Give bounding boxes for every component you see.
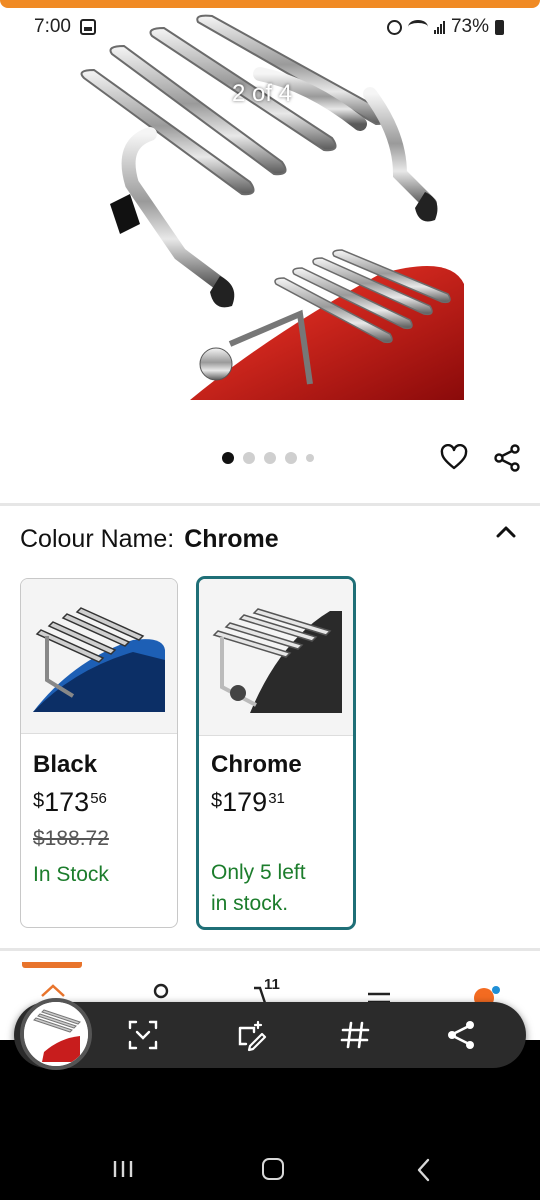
screenshot-thumbnail[interactable] [20, 998, 92, 1070]
top-accent-bar [0, 0, 540, 8]
smart-select-icon[interactable] [126, 1018, 160, 1052]
variant-thumbnail [212, 608, 342, 713]
variant-thumbnail [33, 607, 165, 712]
price-whole: 173 [44, 787, 90, 817]
stock-line: Only 5 left [211, 861, 306, 884]
variant-price: $17356 [33, 787, 107, 818]
edit-screenshot-icon[interactable] [234, 1018, 268, 1052]
chevron-up-icon[interactable] [492, 520, 520, 544]
gallery-dot[interactable] [243, 452, 255, 464]
gallery-dot[interactable] [306, 454, 314, 462]
image-counter: 2 of 4 [232, 80, 293, 107]
variant-card-chrome[interactable]: Chrome $17931 Only 5 left in stock. [196, 576, 356, 930]
price-cents: 56 [90, 790, 107, 807]
recent-apps-icon[interactable] [112, 1160, 134, 1178]
variant-name: Chrome [211, 751, 302, 778]
home-active-indicator [22, 962, 82, 968]
section-divider [0, 503, 540, 506]
heart-icon[interactable] [440, 444, 468, 472]
variant-was-price: $188.72 [33, 827, 109, 850]
variant-price: $17931 [211, 787, 285, 818]
screenshot-toolbar [14, 998, 526, 1070]
section-divider [0, 948, 540, 951]
variant-image [199, 579, 353, 736]
system-nav-bar [0, 1130, 540, 1200]
price-cents: 31 [268, 790, 285, 807]
product-screen: 7:00 73% 2 of 4 Colour Name: Chrome Blac… [0, 0, 540, 1040]
status-time: 7:00 [34, 16, 71, 37]
stock-line: in stock. [211, 892, 289, 915]
gallery-dots[interactable] [222, 452, 314, 464]
share-icon[interactable] [493, 444, 521, 472]
cart-count: 11 [264, 976, 280, 993]
battery-icon [495, 19, 504, 35]
variant-stock-status: Only 5 left in stock. [211, 857, 306, 919]
gallery-dot[interactable] [222, 452, 234, 464]
product-image[interactable] [70, 14, 470, 406]
price-currency: $ [211, 790, 223, 812]
stock-line: In Stock [33, 863, 109, 886]
gallery-dot[interactable] [285, 452, 297, 464]
variant-image [21, 579, 177, 734]
variant-card-black[interactable]: Black $17356 $188.72 In Stock [20, 578, 178, 928]
colour-name-label: Colour Name: [20, 525, 175, 553]
back-icon[interactable] [416, 1158, 432, 1182]
variant-stock-status: In Stock [33, 859, 109, 890]
home-button-icon[interactable] [262, 1158, 284, 1180]
share-icon[interactable] [444, 1018, 478, 1052]
variant-name: Black [33, 751, 98, 778]
price-currency: $ [33, 790, 45, 812]
price-whole: 179 [222, 787, 268, 817]
colour-name-value: Chrome [184, 525, 279, 553]
hashtag-icon[interactable] [338, 1018, 372, 1052]
gallery-dot[interactable] [264, 452, 276, 464]
colour-name-row: Colour Name: Chrome [20, 525, 279, 554]
